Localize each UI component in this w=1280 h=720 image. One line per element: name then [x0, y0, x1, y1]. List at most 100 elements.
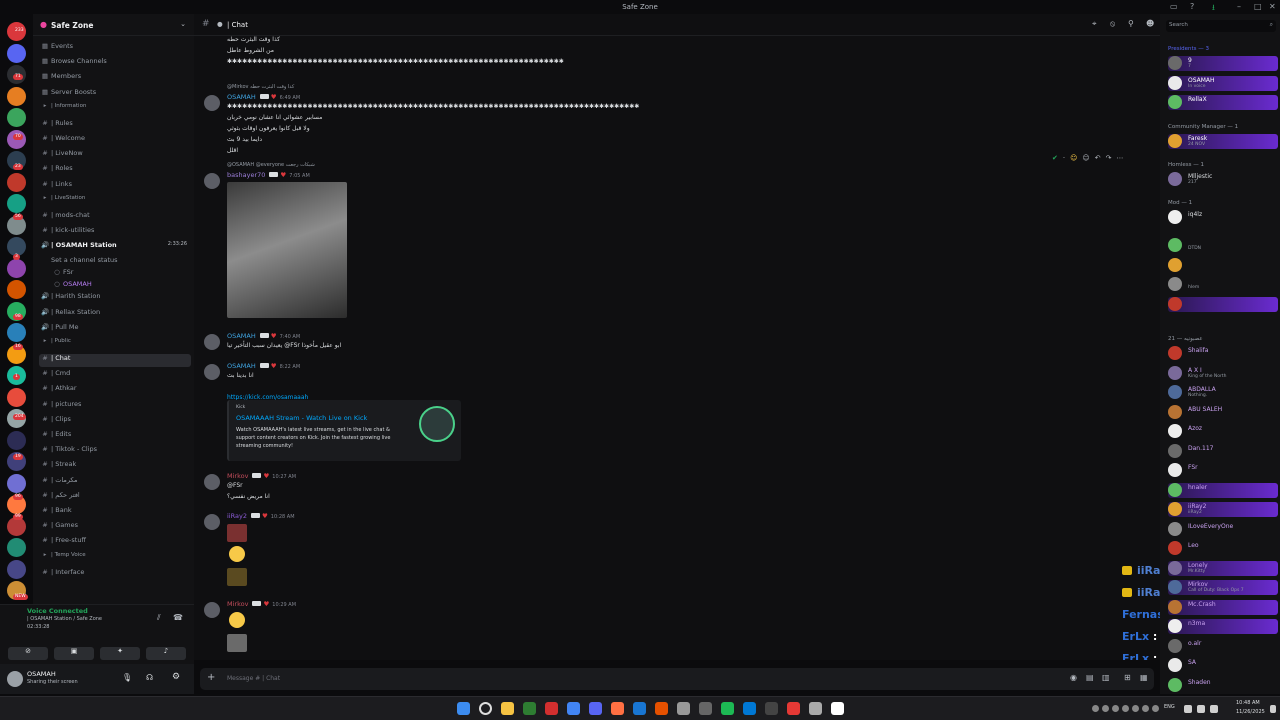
channel-item[interactable]: # | kick-utilities	[39, 226, 191, 239]
message-author[interactable]: OSAMAH ♥ 6:49 AM	[227, 93, 300, 101]
avatar[interactable]	[1168, 502, 1182, 516]
app-icon[interactable]	[809, 702, 822, 715]
author-name[interactable]: iiRay2	[227, 512, 247, 520]
server-icon[interactable]	[7, 43, 26, 63]
member-item[interactable]: Lonely Mr.Kitty	[1168, 560, 1278, 576]
chevron-up-icon[interactable]	[1092, 705, 1099, 712]
author-name[interactable]: OSAMAH	[227, 93, 256, 101]
avatar[interactable]	[204, 602, 220, 618]
message-author[interactable]: OSAMAH ♥ 8:22 AM	[227, 362, 300, 370]
channel-item[interactable]: 🔊 | Rellax Station	[39, 308, 191, 321]
wifi-icon[interactable]	[1184, 705, 1192, 713]
avatar[interactable]	[1168, 619, 1182, 633]
avatar[interactable]	[1168, 521, 1182, 536]
channel-item[interactable]: # | mods-chat	[39, 211, 191, 224]
avatar[interactable]	[1168, 238, 1182, 252]
steam-icon[interactable]	[633, 702, 646, 715]
app-icon[interactable]	[523, 702, 536, 715]
channel-item[interactable]: # | Welcome	[39, 134, 191, 147]
app-icon[interactable]	[655, 702, 668, 715]
member-item[interactable]: Leo	[1168, 541, 1278, 556]
channel-item[interactable]: # | Chat	[39, 354, 191, 367]
member-item[interactable]: OSAMAH In voice	[1168, 75, 1278, 91]
avatar[interactable]	[1168, 580, 1182, 594]
avatar[interactable]	[204, 474, 220, 490]
settings-gear-icon[interactable]: ⚙	[172, 672, 180, 682]
channel-item[interactable]: ▦ Events	[39, 42, 191, 55]
avatar[interactable]	[1168, 56, 1182, 70]
avatar[interactable]	[1168, 134, 1182, 148]
message-author[interactable]: Mirkov ♥ 10:29 AM	[227, 600, 296, 608]
avatar[interactable]	[1168, 404, 1182, 419]
member-item[interactable]: Faresk 24 NOV	[1168, 134, 1278, 149]
app-icon[interactable]	[743, 702, 756, 715]
server-icon[interactable]	[7, 387, 26, 407]
channel-item[interactable]: ▸ | Public	[39, 338, 191, 351]
avatar[interactable]	[1168, 257, 1182, 272]
member-item[interactable]: Dan.117	[1168, 443, 1278, 459]
server-icon[interactable]	[7, 108, 26, 127]
member-item[interactable]: iq4lz	[1168, 210, 1278, 225]
avatar[interactable]	[1168, 638, 1182, 653]
member-item[interactable]: Azoz	[1168, 424, 1278, 439]
pin-icon[interactable]: ⚲	[1128, 19, 1134, 28]
threads-icon[interactable]: ⌖	[1092, 19, 1097, 29]
app-icon[interactable]	[1102, 705, 1109, 712]
minimize-icon[interactable]: –	[1237, 2, 1241, 11]
channel-item[interactable]: # | Rules	[39, 119, 191, 132]
avatar[interactable]	[1168, 658, 1182, 672]
avatar[interactable]	[204, 173, 220, 189]
member-item[interactable]: DTDN	[1168, 238, 1278, 253]
channel-item[interactable]: # | Links	[39, 180, 191, 193]
add-reaction-icon[interactable]: ☺	[1082, 154, 1094, 162]
soundboard-icon[interactable]: ♪	[146, 647, 186, 660]
channel-item[interactable]: ▸ | Information	[39, 103, 191, 116]
avatar[interactable]	[1168, 463, 1182, 477]
gift-icon[interactable]: ◉	[1070, 673, 1077, 682]
channel-item[interactable]: # | Cmd	[39, 369, 191, 382]
battery-icon[interactable]	[1210, 705, 1218, 713]
channel-item[interactable]: # | مكرمات	[39, 476, 191, 489]
sticker-icon[interactable]: ▥	[1102, 673, 1110, 682]
avatar[interactable]	[1168, 385, 1182, 399]
avatar[interactable]	[1168, 277, 1182, 291]
mute-icon[interactable]: ⦸	[1110, 19, 1115, 29]
sticker-image[interactable]	[227, 568, 247, 586]
avatar[interactable]	[1168, 75, 1182, 90]
embed-title[interactable]: OSAMAAAH Stream - Watch Live on Kick	[236, 414, 367, 422]
avatar[interactable]	[1168, 443, 1182, 458]
channel-item[interactable]: # | LiveNow	[39, 149, 191, 162]
channel-item[interactable]: # | Interface	[39, 568, 191, 581]
server-icon[interactable]	[7, 280, 26, 299]
member-item[interactable]: 97	[1168, 56, 1278, 71]
member-item[interactable]: n3ma	[1168, 619, 1278, 634]
channel-item[interactable]: ▦ Members	[39, 72, 191, 85]
channel-item[interactable]: ▸ | LiveStation	[39, 195, 191, 208]
channel-item[interactable]: # | Streak	[39, 460, 191, 473]
avatar[interactable]	[1168, 599, 1182, 614]
close-icon[interactable]: ✕	[1269, 2, 1276, 11]
message-author[interactable]: Mirkov ♥ 10:27 AM	[227, 472, 296, 480]
volume-icon[interactable]	[1197, 705, 1205, 713]
channel-item[interactable]: # | Edits	[39, 430, 191, 443]
channel-item[interactable]: 🔊 | Harith Station	[39, 292, 191, 305]
activity-icon[interactable]: ▦	[1140, 673, 1148, 682]
channel-item[interactable]: # | Clips	[39, 415, 191, 428]
headset-icon[interactable]: ☊	[146, 673, 153, 682]
message-author[interactable]: iiRay2 ♥ 10:28 AM	[227, 512, 295, 520]
reply-icon[interactable]: ↶	[1095, 154, 1106, 162]
server-header[interactable]: ● Safe Zone ⌄	[33, 14, 194, 36]
file-explorer-icon[interactable]	[501, 702, 514, 715]
member-item[interactable]	[1168, 296, 1278, 312]
channel-item[interactable]: ▸ | Temp Voice	[39, 552, 191, 565]
chevron-down-icon[interactable]: ⌄	[180, 20, 186, 28]
camera-off-icon[interactable]: ⊘	[8, 647, 48, 660]
image-attachment[interactable]	[227, 182, 347, 318]
search-icon[interactable]	[479, 702, 492, 715]
member-item[interactable]: RellaX	[1168, 95, 1278, 110]
author-name[interactable]: Mirkov	[227, 600, 248, 608]
noise-suppression-icon[interactable]: ⫽	[157, 613, 161, 623]
member-item[interactable]: Mlljestic 217	[1168, 172, 1278, 187]
windows-start-icon[interactable]	[457, 702, 470, 715]
channel-item[interactable]: 🔊 | OSAMAH Station 2:33:26	[39, 241, 191, 254]
